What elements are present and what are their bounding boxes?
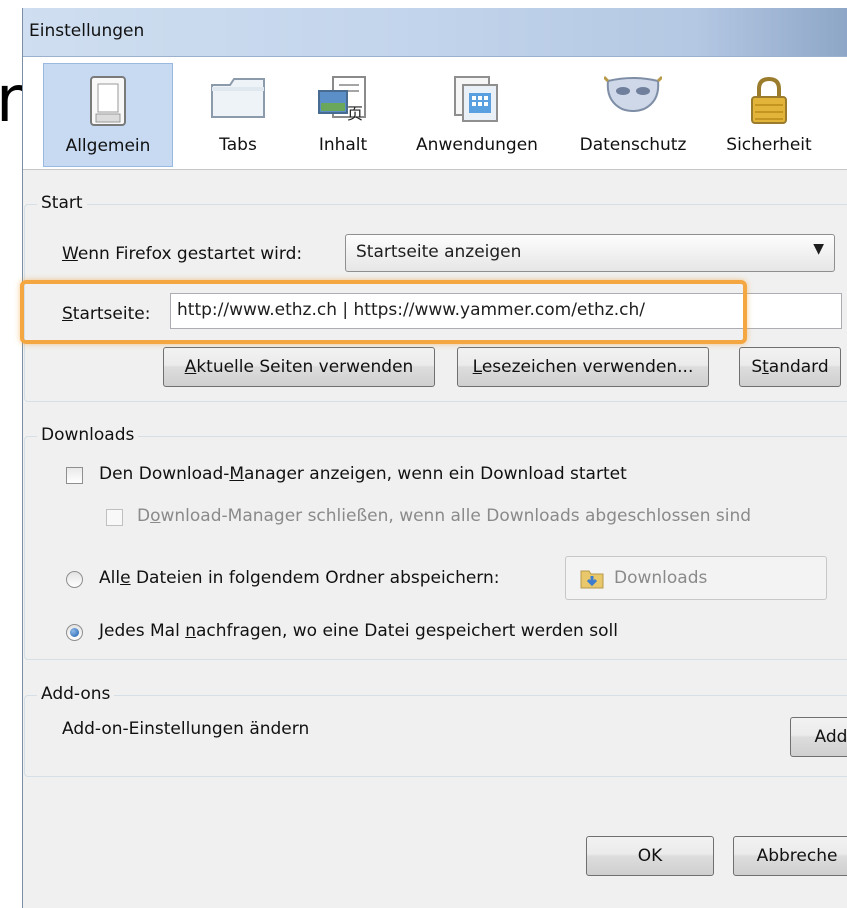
start-behavior-value: Startseite anzeigen	[356, 242, 522, 262]
content-icon: 页	[317, 75, 369, 128]
save-all-label: Alle Dateien in folgendem Ordner abspeic…	[99, 568, 500, 588]
download-folder-name: Downloads	[614, 568, 708, 588]
switch-icon	[90, 76, 126, 131]
downloads-group-title: Downloads	[37, 425, 139, 445]
close-download-manager-checkbox[interactable]	[106, 509, 123, 526]
tab-anwendungen[interactable]: Anwendungen	[393, 63, 561, 167]
chevron-down-icon: ▼	[813, 241, 824, 257]
ask-every-time-label: Jedes Mal nachfragen, wo eine Datei gesp…	[99, 621, 618, 641]
show-download-manager-label: Den Download-Manager anzeigen, wenn ein …	[99, 464, 627, 484]
homepage-highlight	[20, 280, 747, 344]
use-bookmark-button[interactable]: Lesezeichen verwenden...	[457, 347, 709, 387]
download-folder-button[interactable]: Downloads	[565, 556, 827, 600]
tab-inhalt[interactable]: 页 Inhalt	[295, 63, 391, 167]
lock-icon	[749, 75, 789, 130]
svg-text:页: 页	[347, 104, 363, 123]
tabs-icon	[210, 75, 266, 124]
tab-label: Tabs	[219, 135, 257, 155]
title-bar[interactable]: Einstellungen	[23, 8, 847, 57]
tab-datenschutz[interactable]: Datenschutz	[563, 63, 703, 167]
folder-icon	[580, 567, 604, 594]
window-title: Einstellungen	[29, 21, 145, 41]
ask-every-time-radio[interactable]	[66, 624, 83, 641]
tab-sicherheit[interactable]: Sicherheit	[707, 63, 831, 167]
radio-selected-dot	[70, 628, 79, 637]
start-behavior-label: Wenn Firefox gestartet wird:	[62, 244, 303, 264]
tab-label: Allgemein	[65, 136, 151, 156]
tab-label: Inhalt	[318, 135, 368, 155]
addons-button[interactable]: Add	[790, 717, 847, 757]
mask-icon	[602, 75, 664, 120]
start-group-title: Start	[37, 193, 87, 213]
save-all-radio[interactable]	[66, 571, 83, 588]
start-behavior-select[interactable]: Startseite anzeigen ▼	[345, 234, 835, 272]
close-download-manager-label: Download-Manager schließen, wenn alle Do…	[137, 506, 752, 526]
cancel-button[interactable]: Abbreche	[733, 836, 847, 876]
addons-group-title: Add-ons	[37, 684, 115, 704]
ok-button[interactable]: OK	[586, 836, 714, 876]
addons-settings-label: Add-on-Einstellungen ändern	[62, 719, 310, 739]
tab-allgemein[interactable]: Allgemein	[43, 63, 173, 167]
restore-default-button[interactable]: Standard	[739, 347, 841, 387]
applications-icon	[453, 75, 501, 128]
tab-label: Sicherheit	[726, 135, 812, 155]
show-download-manager-checkbox[interactable]	[66, 467, 83, 484]
use-current-pages-button[interactable]: Aktuelle Seiten verwenden	[163, 347, 435, 387]
tab-label: Anwendungen	[416, 135, 538, 155]
category-toolbar: Allgemein Tabs 页 Inhalt Anwendungen Date…	[23, 57, 847, 170]
tab-tabs[interactable]: Tabs	[183, 63, 293, 167]
tab-label: Datenschutz	[579, 135, 687, 155]
